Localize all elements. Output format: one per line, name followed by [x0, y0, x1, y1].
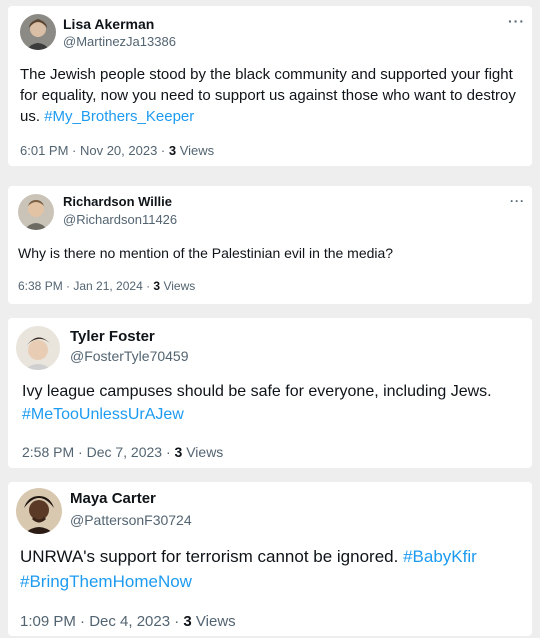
hashtag-link[interactable]: #BabyKfir	[403, 547, 477, 566]
more-options-icon[interactable]: ···	[510, 195, 525, 207]
tweet-card[interactable]: Richardson Willie @Richardson11426 ··· W…	[8, 186, 532, 304]
view-count: 3	[183, 613, 192, 630]
tweet-card[interactable]: Tyler Foster @FosterTyle70459 Ivy league…	[8, 318, 532, 468]
tweet-meta: 6:38 PM · Jan 21, 2024 · 3 Views	[18, 279, 195, 293]
views-label: Views	[176, 143, 215, 158]
display-name[interactable]: Tyler Foster	[70, 328, 155, 345]
tweet-text: Why is there no mention of the Palestini…	[18, 243, 523, 263]
views-label: Views	[160, 279, 196, 293]
timestamp[interactable]: 1:09 PM · Dec 4, 2023 ·	[20, 613, 183, 630]
tweet-text: UNRWA's support for terrorism cannot be …	[20, 544, 525, 594]
avatar[interactable]	[16, 488, 62, 534]
tweet-text-content: UNRWA's support for terrorism cannot be …	[20, 547, 399, 566]
timestamp[interactable]: 6:38 PM · Jan 21, 2024 ·	[18, 279, 153, 293]
view-count: 3	[168, 143, 177, 158]
tweet-card[interactable]: Maya Carter @PattersonF30724 UNRWA's sup…	[8, 482, 532, 636]
user-handle[interactable]: @PattersonF30724	[70, 512, 192, 528]
tweet-text: The Jewish people stood by the black com…	[20, 64, 525, 127]
views-label: Views	[182, 444, 224, 460]
hashtag-link[interactable]: #MeTooUnlessUrAJew	[22, 406, 184, 423]
user-handle[interactable]: @FosterTyle70459	[70, 348, 189, 364]
avatar[interactable]	[18, 194, 54, 230]
timestamp[interactable]: 2:58 PM · Dec 7, 2023 ·	[22, 444, 175, 460]
tweet-text-content: Ivy league campuses should be safe for e…	[22, 383, 492, 400]
tweet-text: Ivy league campuses should be safe for e…	[22, 380, 527, 426]
hashtag-link[interactable]: #My_Brothers_Keeper	[44, 108, 194, 125]
user-handle[interactable]: @MartinezJa13386	[63, 34, 176, 49]
views-label: Views	[191, 613, 236, 630]
tweet-meta: 2:58 PM · Dec 7, 2023 · 3 Views	[22, 444, 223, 460]
avatar[interactable]	[16, 326, 60, 370]
hashtag-link[interactable]: #BringThemHomeNow	[20, 572, 192, 591]
tweet-text-content: Why is there no mention of the Palestini…	[18, 245, 394, 261]
timestamp[interactable]: 6:01 PM · Nov 20, 2023 ·	[20, 143, 169, 158]
tweet-card[interactable]: Lisa Akerman @MartinezJa13386 ··· The Je…	[8, 6, 532, 166]
tweet-meta: 6:01 PM · Nov 20, 2023 · 3 Views	[20, 143, 214, 158]
more-options-icon[interactable]: ···	[508, 14, 525, 28]
display-name[interactable]: Maya Carter	[70, 490, 156, 507]
avatar[interactable]	[20, 14, 56, 50]
user-handle[interactable]: @Richardson11426	[63, 212, 177, 227]
display-name[interactable]: Richardson Willie	[63, 194, 172, 209]
tweet-meta: 1:09 PM · Dec 4, 2023 · 3 Views	[20, 613, 236, 630]
display-name[interactable]: Lisa Akerman	[63, 16, 154, 32]
